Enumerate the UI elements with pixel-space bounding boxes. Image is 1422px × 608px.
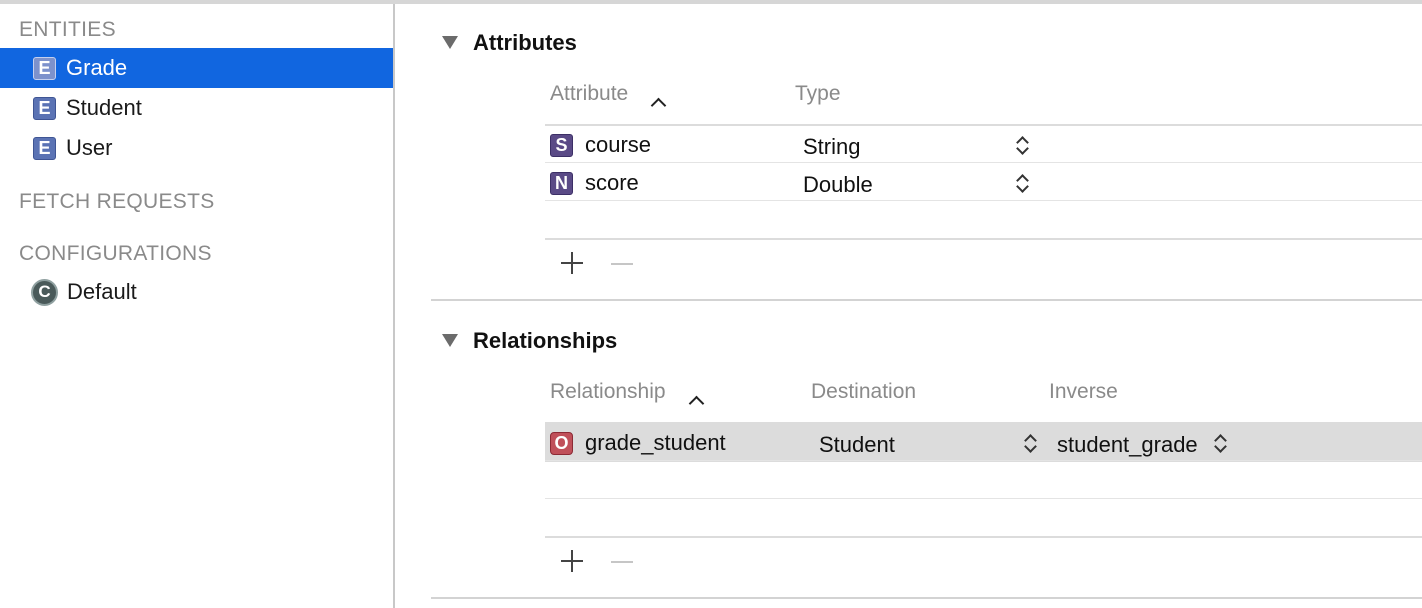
attribute-type[interactable]: Double	[803, 172, 873, 198]
relationships-section-title: Relationships	[473, 328, 618, 353]
attribute-type[interactable]: String	[803, 134, 860, 160]
relationship-column-header[interactable]: Relationship	[550, 380, 666, 404]
sidebar-item-label: Grade	[66, 55, 128, 80]
destination-stepper-icon[interactable]	[1023, 433, 1037, 455]
sidebar-item-label: Default	[67, 279, 137, 304]
disclosure-triangle-icon[interactable]	[442, 334, 458, 347]
table-bottom-divider	[545, 238, 1422, 240]
entity-icon: E	[33, 136, 56, 160]
row-divider	[545, 162, 1422, 163]
table-row[interactable]: O grade_student Student student_grade	[545, 424, 1422, 462]
remove-relationship-button[interactable]	[611, 561, 633, 563]
section-separator	[431, 597, 1422, 599]
number-type-icon: N	[550, 172, 573, 195]
type-column-header[interactable]: Type	[795, 82, 841, 106]
fetch-requests-header[interactable]: FETCH REQUESTS	[19, 190, 215, 214]
sidebar: ENTITIES E Grade E Student E User FETCH …	[0, 4, 393, 608]
row-divider	[545, 498, 1422, 499]
sidebar-item-label: Student	[66, 95, 142, 120]
entity-icon: E	[33, 56, 56, 80]
table-bottom-divider	[545, 536, 1422, 538]
remove-attribute-button[interactable]	[611, 263, 633, 265]
sidebar-item-user[interactable]: E User	[0, 128, 393, 168]
string-type-icon: S	[550, 134, 573, 157]
disclosure-triangle-icon[interactable]	[442, 36, 458, 49]
attributes-section-title: Attributes	[473, 30, 577, 55]
entity-editor: Attributes Attribute Type S course Strin…	[395, 4, 1422, 608]
row-divider	[545, 460, 1422, 461]
configuration-icon: C	[31, 278, 58, 306]
sidebar-item-default-configuration[interactable]: C Default	[0, 272, 393, 312]
inverse-stepper-icon[interactable]	[1213, 433, 1227, 455]
add-attribute-button[interactable]	[561, 252, 583, 274]
table-row[interactable]: S course String	[545, 126, 1422, 164]
destination-column-header[interactable]: Destination	[811, 380, 916, 404]
inverse-column-header[interactable]: Inverse	[1049, 380, 1118, 404]
entity-icon: E	[33, 96, 56, 120]
sidebar-item-grade[interactable]: E Grade	[0, 48, 393, 88]
attribute-column-header[interactable]: Attribute	[550, 82, 628, 106]
table-row[interactable]: N score Double	[545, 164, 1422, 202]
sort-ascending-icon	[650, 97, 667, 114]
configurations-header: CONFIGURATIONS	[19, 242, 212, 265]
sidebar-item-student[interactable]: E Student	[0, 88, 393, 128]
to-one-relationship-icon: O	[550, 432, 573, 455]
sort-ascending-icon	[688, 395, 705, 412]
sidebar-item-label: User	[66, 135, 113, 160]
attribute-name[interactable]: course	[585, 132, 651, 158]
type-stepper-icon[interactable]	[1015, 135, 1029, 157]
add-relationship-button[interactable]	[561, 550, 583, 572]
relationship-inverse[interactable]: student_grade	[1057, 432, 1198, 458]
section-separator	[431, 299, 1422, 301]
attribute-name[interactable]: score	[585, 170, 639, 196]
row-divider	[545, 200, 1422, 201]
entities-header: ENTITIES	[19, 18, 116, 41]
type-stepper-icon[interactable]	[1015, 173, 1029, 195]
relationship-destination[interactable]: Student	[819, 432, 895, 458]
relationship-name[interactable]: grade_student	[585, 430, 726, 456]
